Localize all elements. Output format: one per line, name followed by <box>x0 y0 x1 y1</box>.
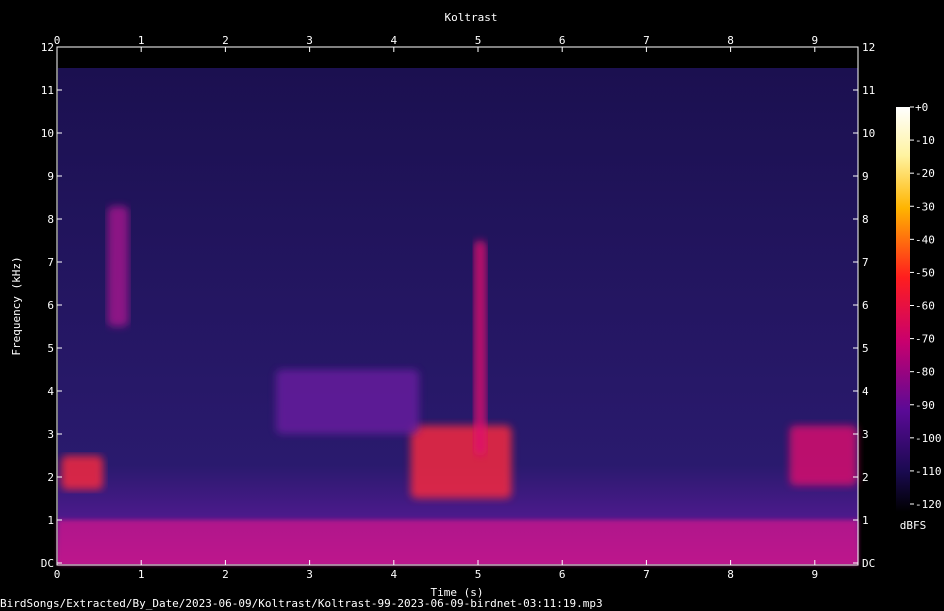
x-tick-label-bottom: 9 <box>811 568 818 581</box>
x-tick-label-bottom: 6 <box>559 568 566 581</box>
energy-region <box>107 206 129 327</box>
colorbar-tick-label: -20 <box>915 167 935 180</box>
y-tick-label-left: 9 <box>47 170 54 183</box>
spectrogram-figure: Koltrast 0123456789 0123456789 DC 1 2 3 4 5 6 7… <box>0 0 944 611</box>
energy-region <box>275 369 420 434</box>
x-tick-label-bottom: 5 <box>475 568 482 581</box>
y-tick-label-left: 8 <box>47 213 54 226</box>
x-tick-label-top: 6 <box>559 34 566 47</box>
energy-region <box>410 425 512 499</box>
colorbar-tick-label: -10 <box>915 134 935 147</box>
y-tick-label-left: 4 <box>47 385 54 398</box>
colorbar-tick-label: -90 <box>915 399 935 412</box>
x-tick-label-top: 2 <box>222 34 229 47</box>
y-tick-label-left: 12 <box>41 41 54 54</box>
x-tick-label-top: 1 <box>138 34 145 47</box>
file-path-caption: BirdSongs/Extracted/By_Date/2023-06-09/K… <box>0 597 603 610</box>
x-tick-label-top: 9 <box>811 34 818 47</box>
colorbar: +0 -10 -20 -30 -40 -50 -60 -70 -80 -90 -100 -110 -12… <box>896 101 942 532</box>
x-tick-label-top: 5 <box>475 34 482 47</box>
colorbar-gradient <box>896 107 910 512</box>
x-tick-label-bottom: 3 <box>306 568 313 581</box>
x-tick-label-top: 3 <box>306 34 313 47</box>
colorbar-tick-label: -50 <box>915 266 935 279</box>
colorbar-tick-label: -60 <box>915 300 935 313</box>
colorbar-tick-label: -100 <box>915 432 942 445</box>
colorbar-ticks: +0 -10 -20 -30 -40 -50 -60 -70 -80 -90 -100 -110 -12… <box>910 101 942 511</box>
x-tick-label-bottom: 4 <box>390 568 397 581</box>
spectrogram-low-band <box>58 520 858 565</box>
y-tick-label-right: 5 <box>862 342 869 355</box>
colorbar-tick-label: +0 <box>915 101 928 114</box>
colorbar-tick-label: -80 <box>915 366 935 379</box>
y-axis-label: Frequency (kHz) <box>10 256 23 355</box>
colorbar-tick-label: -70 <box>915 333 935 346</box>
y-tick-label-left: DC <box>41 557 54 570</box>
colorbar-tick-label: -40 <box>915 233 935 246</box>
y-tick-label-right: 10 <box>862 127 875 140</box>
y-tick-label-right: 7 <box>862 256 869 269</box>
y-tick-label-right: 4 <box>862 385 869 398</box>
energy-region <box>789 425 857 486</box>
y-tick-label-right: 1 <box>862 514 869 527</box>
y-tick-label-right: 8 <box>862 213 869 226</box>
colorbar-tick-label: -30 <box>915 200 935 213</box>
x-tick-label-bottom: 7 <box>643 568 650 581</box>
chart-title: Koltrast <box>445 11 498 24</box>
colorbar-tick-label: -120 <box>915 498 942 511</box>
x-tick-label-bottom: 8 <box>727 568 734 581</box>
y-tick-label-left: 10 <box>41 127 54 140</box>
x-tick-label-top: 0 <box>54 34 61 47</box>
y-tick-label-left: 6 <box>47 299 54 312</box>
y-tick-label-left: 5 <box>47 342 54 355</box>
y-tick-label-right: 12 <box>862 41 875 54</box>
y-tick-label-right: 3 <box>862 428 869 441</box>
y-tick-label-left: 2 <box>47 471 54 484</box>
y-tick-label-right: 2 <box>862 471 869 484</box>
y-tick-label-right: 6 <box>862 299 869 312</box>
x-tick-label-bottom: 1 <box>138 568 145 581</box>
energy-region <box>61 455 104 490</box>
colorbar-tick-label: -110 <box>915 465 942 478</box>
y-tick-label-right: DC <box>862 557 875 570</box>
energy-region <box>473 240 487 456</box>
x-tick-label-bottom: 2 <box>222 568 229 581</box>
x-tick-label-top: 4 <box>390 34 397 47</box>
y-tick-label-left: 3 <box>47 428 54 441</box>
y-tick-label-right: 9 <box>862 170 869 183</box>
x-tick-label-bottom: 0 <box>54 568 61 581</box>
y-tick-label-left: 7 <box>47 256 54 269</box>
x-tick-label-top: 8 <box>727 34 734 47</box>
y-tick-label-left: 1 <box>47 514 54 527</box>
y-tick-label-right: 11 <box>862 84 875 97</box>
x-tick-label-top: 7 <box>643 34 650 47</box>
spectrogram-chart: Koltrast 0123456789 0123456789 DC1234567… <box>0 11 942 610</box>
y-tick-label-left: 11 <box>41 84 54 97</box>
colorbar-label: dBFS <box>900 519 927 532</box>
